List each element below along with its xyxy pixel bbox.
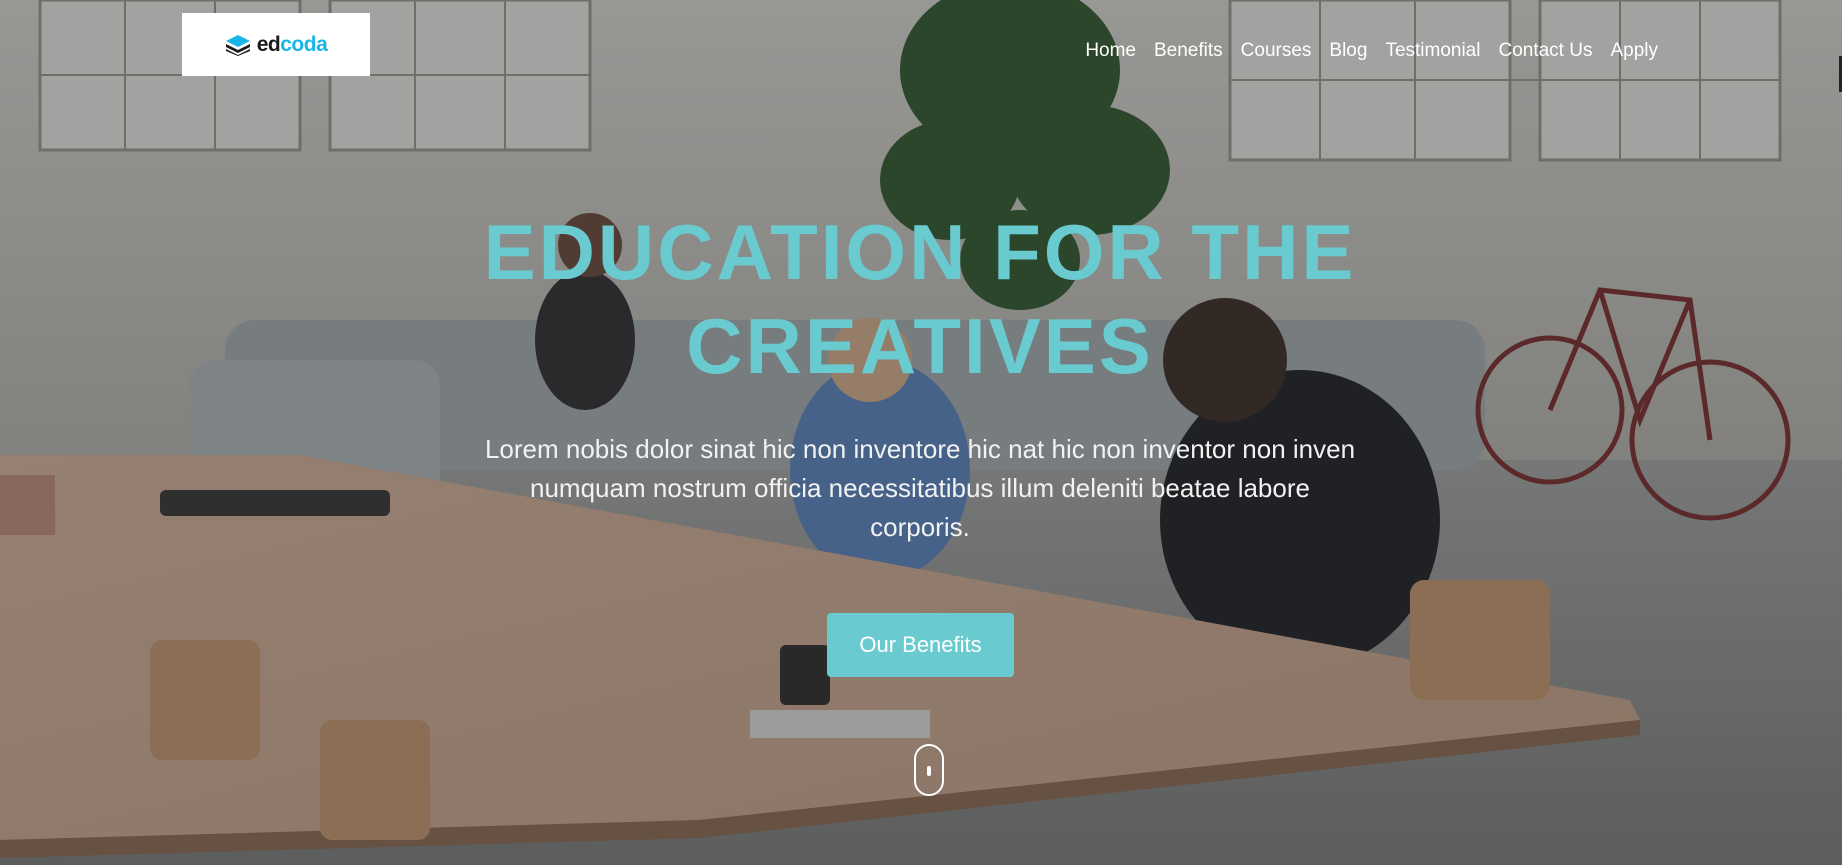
mouse-scroll-icon[interactable] bbox=[914, 744, 944, 796]
hero-description: Lorem nobis dolor sinat hic non inventor… bbox=[484, 434, 1356, 542]
site-logo[interactable]: edcoda bbox=[182, 13, 370, 76]
nav-item-home: Home bbox=[1085, 40, 1136, 62]
logo-text-dark: ed bbox=[256, 32, 281, 56]
mouse-wheel-indicator bbox=[927, 766, 931, 776]
logo-text-accent: coda bbox=[280, 32, 328, 56]
nav-link-blog[interactable]: Blog bbox=[1329, 40, 1367, 61]
nav-item-testimonial: Testimonial bbox=[1385, 40, 1480, 62]
nav-link-benefits[interactable]: Benefits bbox=[1154, 40, 1223, 61]
nav-item-courses: Courses bbox=[1241, 40, 1312, 62]
nav-link-apply[interactable]: Apply bbox=[1610, 40, 1658, 61]
our-benefits-button[interactable]: Our Benefits bbox=[827, 613, 1014, 677]
hero-section: edcoda Home Benefits Courses Blog Testim… bbox=[0, 0, 1842, 865]
logo-text: edcoda bbox=[257, 33, 328, 57]
nav-item-blog: Blog bbox=[1329, 40, 1367, 62]
nav-item-benefits: Benefits bbox=[1154, 40, 1223, 62]
main-nav: Home Benefits Courses Blog Testimonial C… bbox=[1085, 40, 1658, 62]
nav-link-contact-us[interactable]: Contact Us bbox=[1498, 40, 1592, 61]
hero-title: EDUCATION FOR THE CREATIVES bbox=[483, 208, 1357, 390]
nav-item-contact-us: Contact Us bbox=[1498, 40, 1592, 62]
nav-link-courses[interactable]: Courses bbox=[1241, 40, 1312, 61]
stacked-layers-icon bbox=[225, 34, 250, 56]
nav-link-home[interactable]: Home bbox=[1085, 40, 1136, 61]
nav-item-apply: Apply bbox=[1610, 40, 1658, 62]
nav-link-testimonial[interactable]: Testimonial bbox=[1385, 40, 1480, 61]
